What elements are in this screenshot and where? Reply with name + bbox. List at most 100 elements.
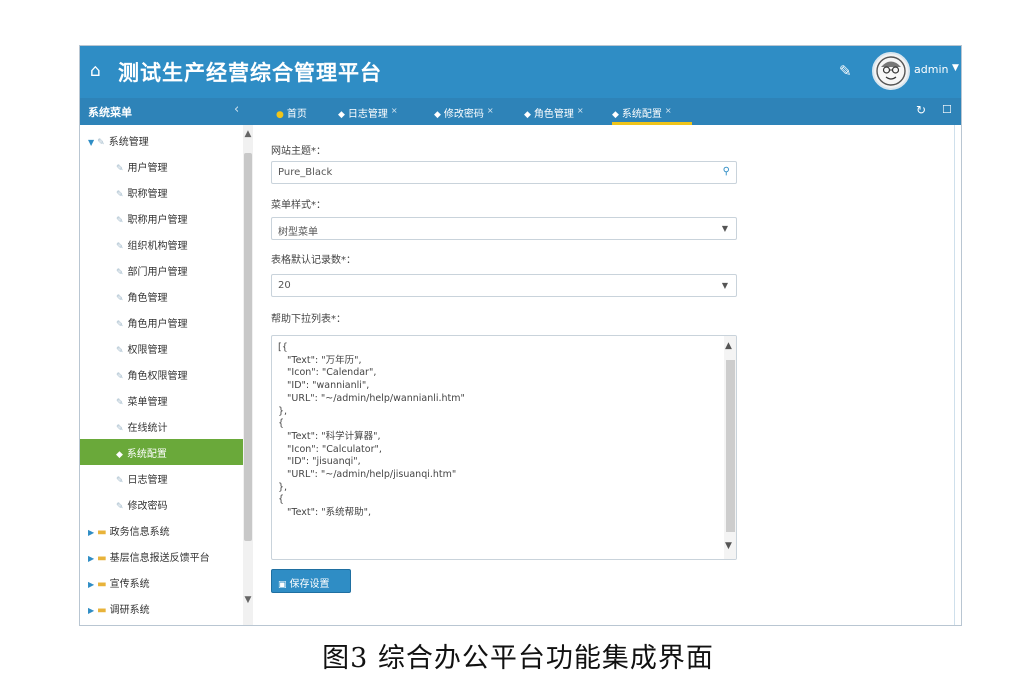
leaf-icon: ✎: [97, 138, 105, 148]
close-icon[interactable]: ×: [391, 106, 398, 115]
leaf-icon: ✎: [116, 268, 124, 278]
sidebar-item-label: 角色用户管理: [127, 319, 188, 330]
caret-right-icon[interactable]: ▶: [88, 528, 94, 537]
sidebar-item-role-management[interactable]: ✎ 角色管理: [80, 283, 240, 309]
tab-home[interactable]: ● 首页: [276, 98, 307, 125]
tab-log-management[interactable]: ◆ 日志管理 ×: [338, 98, 398, 125]
maximize-icon[interactable]: ☐: [942, 103, 952, 116]
sidebar-item-label: 宣传系统: [109, 579, 150, 590]
sidebar-item-system-management[interactable]: ▼ ✎ 系统管理: [80, 127, 240, 153]
sidebar-item-label: 职称管理: [127, 189, 168, 200]
page-size-value: 20: [278, 280, 291, 291]
help-list-label: 帮助下拉列表*：: [271, 314, 346, 325]
tab-system-config[interactable]: ◆ 系统配置 ×: [612, 98, 692, 125]
sidebar-item-menu-management[interactable]: ✎ 菜单管理: [80, 387, 240, 413]
chevron-up-icon[interactable]: ▲: [725, 341, 732, 351]
folder-icon: ▬: [97, 553, 107, 564]
sidebar-item-label: 部门用户管理: [127, 267, 188, 278]
chevron-down-icon[interactable]: ▼: [725, 541, 732, 551]
tag-icon: ◆: [338, 110, 345, 120]
sidebar-item-label: 系统配置: [126, 449, 167, 460]
sidebar-scrollbar[interactable]: ▲ ▼: [243, 125, 253, 625]
caret-down-icon[interactable]: ▼: [88, 138, 94, 147]
leaf-icon: ✎: [116, 372, 124, 382]
search-icon[interactable]: ⚲: [723, 166, 730, 177]
tab-change-password[interactable]: ◆ 修改密码 ×: [434, 98, 494, 125]
leaf-icon: ✎: [116, 346, 124, 356]
sidebar-item-user-management[interactable]: ✎ 用户管理: [80, 153, 240, 179]
chevron-up-icon[interactable]: ▲: [243, 129, 253, 139]
user-name[interactable]: admin: [914, 63, 948, 76]
sidebar-item-change-password[interactable]: ✎ 修改密码: [80, 491, 240, 517]
tab-role-management[interactable]: ◆ 角色管理 ×: [524, 98, 584, 125]
tab-bar: 系统菜单 ‹ ● 首页 ◆ 日志管理 × ◆ 修改密码 × ◆ 角色管理 × ◆ 系统配置 × ↻…: [80, 98, 961, 125]
sidebar-item-label: 修改密码: [127, 501, 168, 512]
sidebar-item-org-management[interactable]: ✎ 组织机构管理: [80, 231, 240, 257]
close-icon[interactable]: ×: [487, 106, 494, 115]
sidebar-item-log-management[interactable]: ✎ 日志管理: [80, 465, 240, 491]
sidebar-title: 系统菜单: [88, 106, 132, 119]
sidebar-item-gov-info-system[interactable]: ▶ ▬ 政务信息系统: [80, 517, 240, 543]
help-list-textarea[interactable]: [{ "Text": "万年历", "Icon": "Calendar", "I…: [271, 335, 737, 560]
help-list-content: [{ "Text": "万年历", "Icon": "Calendar", "I…: [278, 342, 465, 519]
tag-icon: ◆: [612, 110, 619, 120]
config-form: 网站主题*： Pure_Black ⚲ 菜单样式*： 树型菜单 ▼ 表格默认记录…: [254, 125, 961, 625]
sidebar-item-grassroots-platform[interactable]: ▶ ▬ 基层信息报送反馈平台: [80, 543, 240, 569]
sidebar-item-label: 组织机构管理: [127, 241, 188, 252]
sidebar-item-system-config[interactable]: ◆ 系统配置: [80, 439, 243, 465]
sidebar-item-label: 基层信息报送反馈平台: [109, 553, 210, 564]
sidebar-item-label: 系统管理: [108, 137, 149, 148]
close-icon[interactable]: ×: [577, 106, 584, 115]
caret-right-icon[interactable]: ▶: [88, 580, 94, 589]
sidebar-item-role-user-management[interactable]: ✎ 角色用户管理: [80, 309, 240, 335]
menu-style-select[interactable]: 树型菜单 ▼: [271, 217, 737, 240]
chevron-left-icon[interactable]: ‹: [234, 102, 239, 117]
leaf-icon: ✎: [116, 216, 124, 226]
avatar[interactable]: [872, 52, 910, 90]
leaf-icon: ✎: [116, 320, 124, 330]
chevron-down-icon[interactable]: ▼: [243, 595, 253, 605]
sidebar-item-dept-user-management[interactable]: ✎ 部门用户管理: [80, 257, 240, 283]
tab-label: 系统配置: [621, 109, 662, 120]
caret-down-icon[interactable]: ▼: [722, 224, 728, 233]
caret-right-icon[interactable]: ▶: [88, 606, 94, 615]
caret-down-icon[interactable]: ▼: [722, 281, 728, 290]
sidebar-item-label: 在线统计: [127, 423, 168, 434]
save-settings-button[interactable]: ▣ 保存设置: [271, 569, 351, 593]
pin-icon[interactable]: ✎: [839, 62, 852, 80]
folder-icon: ▬: [97, 605, 107, 616]
scrollbar-thumb[interactable]: [244, 153, 252, 541]
tag-icon: ◆: [434, 110, 441, 120]
panel-edge: [954, 125, 961, 625]
caret-down-icon[interactable]: ▼: [952, 63, 959, 73]
textarea-scrollbar[interactable]: ▲ ▼: [724, 336, 736, 559]
sidebar-item-publicity-system[interactable]: ▶ ▬ 宣传系统: [80, 569, 240, 595]
home-icon[interactable]: ⌂: [90, 61, 101, 81]
tab-label: 修改密码: [443, 109, 484, 120]
leaf-icon: ✎: [116, 190, 124, 200]
sidebar: ▼ ✎ 系统管理 ✎ 用户管理 ✎ 职称管理 ✎ 职称用户管理 ✎ 组织机构管理 ✎ 部门用户…: [80, 125, 253, 625]
tab-label: 角色管理: [533, 109, 574, 120]
refresh-icon[interactable]: ↻: [916, 103, 926, 117]
theme-field[interactable]: Pure_Black ⚲: [271, 161, 737, 184]
close-icon[interactable]: ×: [665, 106, 672, 115]
sidebar-item-label: 日志管理: [127, 475, 168, 486]
sidebar-item-permission-management[interactable]: ✎ 权限管理: [80, 335, 240, 361]
sidebar-item-label: 角色权限管理: [127, 371, 188, 382]
app-window: ⌂ 测试生产经营综合管理平台 ✎ admin ▼ 系统菜单 ‹ ● 首页 ◆ 日志管…: [79, 45, 962, 626]
app-header: ⌂ 测试生产经营综合管理平台 ✎ admin ▼: [80, 46, 961, 98]
sidebar-item-research-system[interactable]: ▶ ▬ 调研系统: [80, 595, 240, 621]
save-button-label: 保存设置: [289, 579, 330, 590]
sidebar-item-title-management[interactable]: ✎ 职称管理: [80, 179, 240, 205]
sidebar-item-online-stats[interactable]: ✎ 在线统计: [80, 413, 240, 439]
sidebar-item-title-user-management[interactable]: ✎ 职称用户管理: [80, 205, 240, 231]
sidebar-item-role-permission-management[interactable]: ✎ 角色权限管理: [80, 361, 240, 387]
page-size-select[interactable]: 20 ▼: [271, 274, 737, 297]
app-title: 测试生产经营综合管理平台: [118, 61, 382, 85]
caret-right-icon[interactable]: ▶: [88, 554, 94, 563]
leaf-icon: ✎: [116, 502, 124, 512]
sidebar-item-label: 政务信息系统: [109, 527, 170, 538]
theme-label: 网站主题*：: [271, 146, 326, 157]
scrollbar-thumb[interactable]: [726, 360, 735, 532]
sidebar-item-label: 调研系统: [109, 605, 150, 616]
